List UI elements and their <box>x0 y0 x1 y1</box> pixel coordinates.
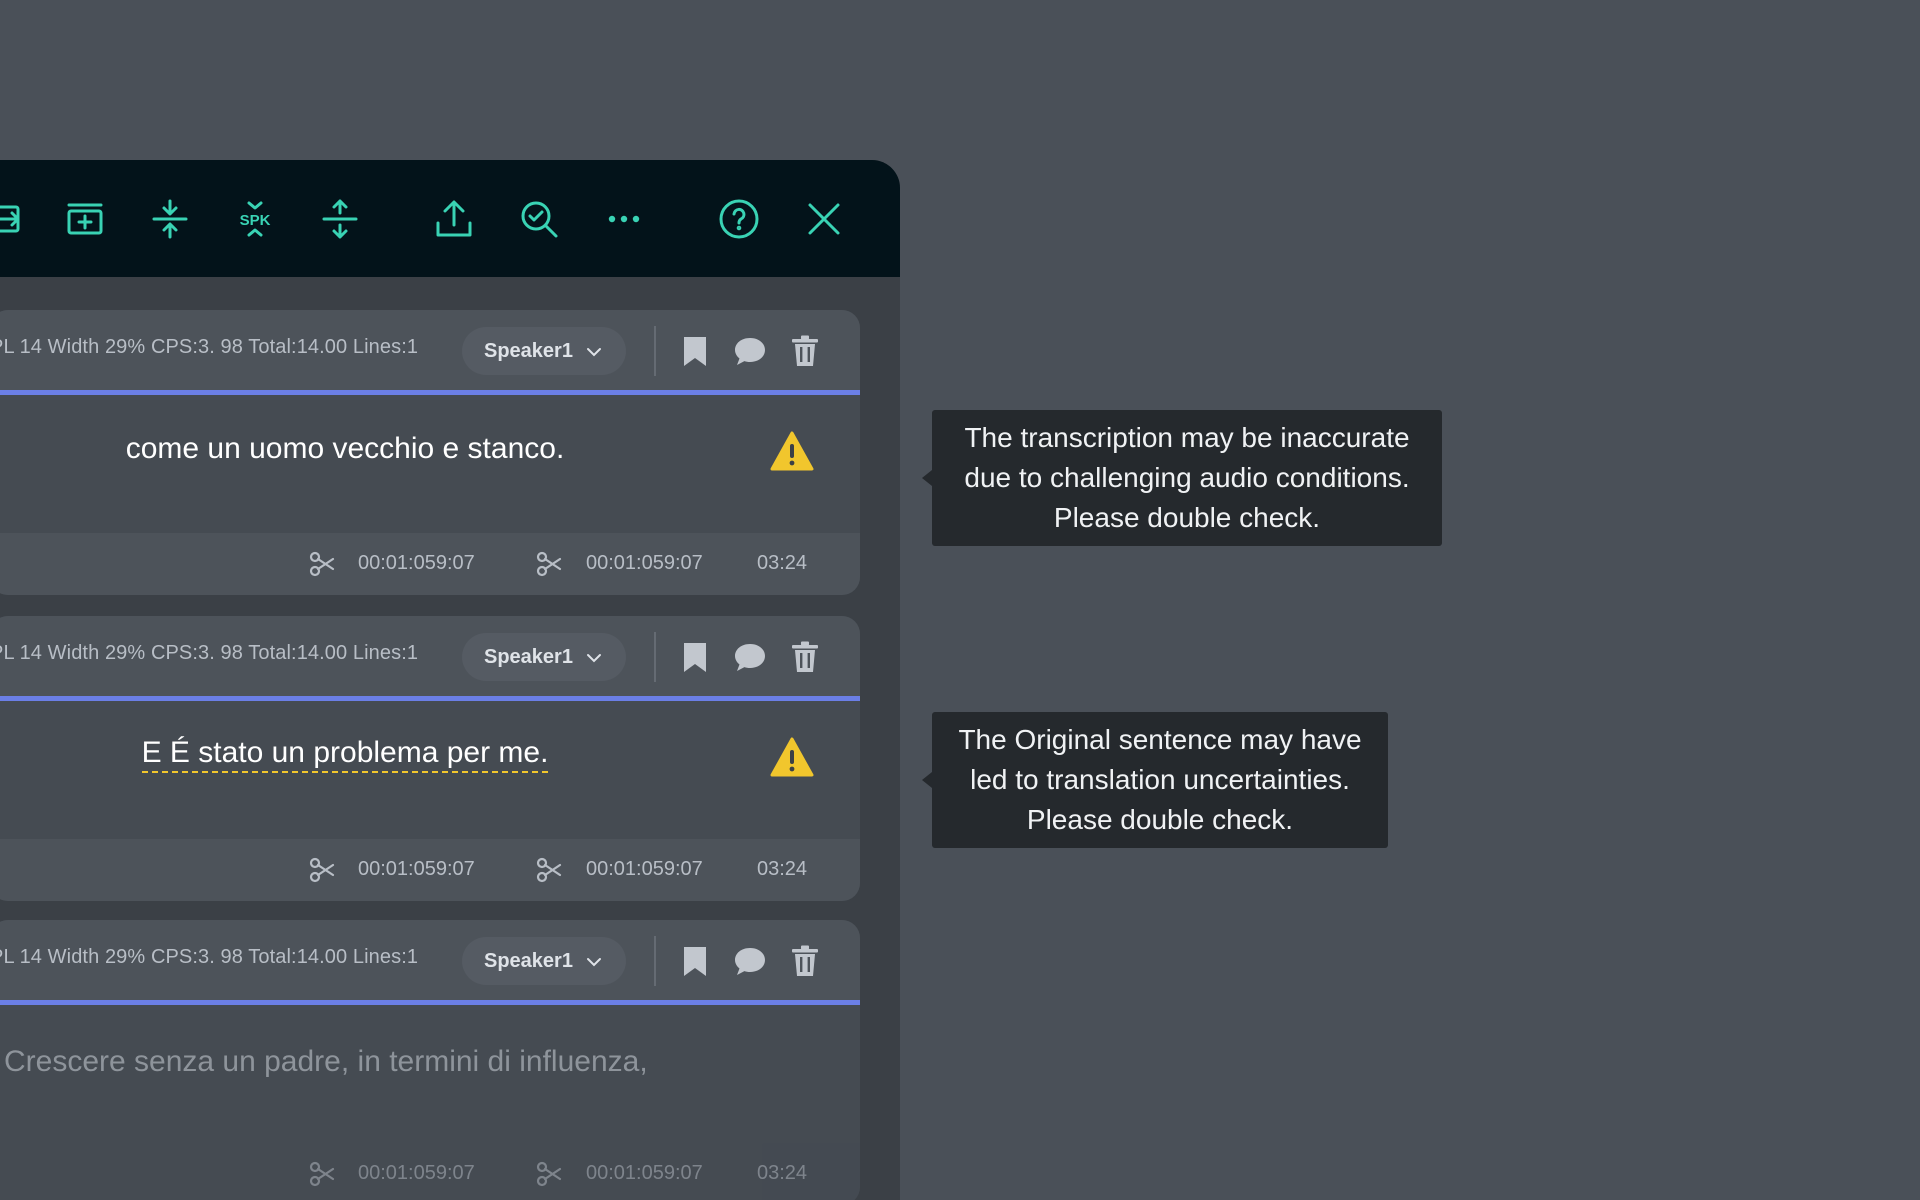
speaker-label: Speaker1 <box>484 339 573 362</box>
divider <box>654 632 656 682</box>
export-icon[interactable] <box>428 193 480 245</box>
svg-text:SPK: SPK <box>240 212 271 229</box>
speaker-split-icon[interactable]: SPK <box>229 193 281 245</box>
chevron-down-icon <box>587 348 601 357</box>
subtitle-editor-panel: SPK PL 14 Width 29% CPS:3. 98 Total:14.0… <box>0 160 900 1200</box>
help-icon[interactable] <box>713 193 765 245</box>
warning-icon[interactable] <box>770 430 814 474</box>
speaker-label: Speaker1 <box>484 949 573 972</box>
timeline-line <box>0 390 860 395</box>
scissors-icon[interactable] <box>535 550 563 578</box>
duration: 03:24 <box>757 552 808 574</box>
tooltip-line: Please double check. <box>1026 804 1294 835</box>
card-footer: 00:01:059:07 00:01:059:07 03:24 <box>0 839 860 901</box>
trash-icon[interactable] <box>782 634 828 680</box>
comment-icon[interactable] <box>727 634 773 680</box>
chevron-down-icon <box>587 958 601 967</box>
merge-icon[interactable] <box>144 193 196 245</box>
subtitle-text[interactable]: E É stato un problema per me. <box>0 736 700 773</box>
comment-icon[interactable] <box>727 328 773 374</box>
timecode-out[interactable]: 00:01:059:07 <box>586 858 703 881</box>
more-icon[interactable] <box>598 193 650 245</box>
timeline-line <box>0 696 860 701</box>
speaker-dropdown[interactable]: Speaker1 <box>462 327 626 375</box>
card-footer: 00:01:059:07 00:01:059:07 03:24 <box>0 533 860 595</box>
bookmark-icon[interactable] <box>672 328 718 374</box>
subtitle-card[interactable]: PL 14 Width 29% CPS:3. 98 Total:14.00 Li… <box>0 310 860 595</box>
card-header: PL 14 Width 29% CPS:3. 98 Total:14.00 Li… <box>0 920 860 1000</box>
timeline-line <box>0 1000 860 1005</box>
trash-icon[interactable] <box>782 938 828 984</box>
split-icon[interactable] <box>314 193 366 245</box>
timecode-in[interactable]: 00:01:059:07 <box>358 1162 475 1185</box>
timecode-in[interactable]: 00:01:059:07 <box>358 552 475 575</box>
tooltip-line: led to translation uncertainties. <box>970 764 1350 795</box>
comment-icon[interactable] <box>727 938 773 984</box>
flagged-text: E É stato un problema per me. <box>141 736 549 773</box>
translation-warning-tooltip: The Original sentence may have led to tr… <box>922 712 1388 848</box>
trash-icon[interactable] <box>782 328 828 374</box>
subtitle-stats: PL 14 Width 29% CPS:3. 98 Total:14.00 Li… <box>0 946 419 968</box>
divider <box>654 326 656 376</box>
timecode-in[interactable]: 00:01:059:07 <box>358 858 475 881</box>
scissors-icon[interactable] <box>308 856 336 884</box>
tooltip-line: Please double check. <box>1053 502 1321 533</box>
card-header: PL 14 Width 29% CPS:3. 98 Total:14.00 Li… <box>0 616 860 696</box>
card-header: PL 14 Width 29% CPS:3. 98 Total:14.00 Li… <box>0 310 860 390</box>
speaker-label: Speaker1 <box>484 645 573 668</box>
tooltip-line: The Original sentence may have <box>958 724 1362 755</box>
bookmark-icon[interactable] <box>672 634 718 680</box>
timecode-out[interactable]: 00:01:059:07 <box>586 1162 703 1185</box>
subtitle-insert-icon[interactable] <box>0 193 34 245</box>
close-icon[interactable] <box>798 193 850 245</box>
warning-icon[interactable] <box>770 736 814 780</box>
scissors-icon[interactable] <box>308 1160 336 1188</box>
scissors-icon[interactable] <box>308 550 336 578</box>
speaker-dropdown[interactable]: Speaker1 <box>462 633 626 681</box>
bookmark-icon[interactable] <box>672 938 718 984</box>
subtitle-text[interactable]: come un uomo vecchio e stanco. <box>0 432 700 466</box>
duration: 03:24 <box>757 1162 808 1184</box>
divider <box>654 936 656 986</box>
subtitle-stats: PL 14 Width 29% CPS:3. 98 Total:14.00 Li… <box>0 336 419 358</box>
toolbar: SPK <box>0 160 900 277</box>
tooltip-line: due to challenging audio conditions. <box>964 462 1410 493</box>
timecode-out[interactable]: 00:01:059:07 <box>586 552 703 575</box>
subtitle-text[interactable]: Crescere senza un padre, in termini di i… <box>4 1045 648 1079</box>
transcription-warning-tooltip: The transcription may be inaccurate due … <box>922 410 1442 546</box>
add-row-icon[interactable] <box>59 193 111 245</box>
card-footer: 00:01:059:07 00:01:059:07 03:24 <box>0 1143 860 1200</box>
tooltip-line: The transcription may be inaccurate <box>964 422 1410 453</box>
search-check-icon[interactable] <box>513 193 565 245</box>
subtitle-card[interactable]: PL 14 Width 29% CPS:3. 98 Total:14.00 Li… <box>0 920 860 1200</box>
subtitle-card[interactable]: PL 14 Width 29% CPS:3. 98 Total:14.00 Li… <box>0 616 860 901</box>
scissors-icon[interactable] <box>535 856 563 884</box>
scissors-icon[interactable] <box>535 1160 563 1188</box>
chevron-down-icon <box>587 654 601 663</box>
duration: 03:24 <box>757 858 808 880</box>
speaker-dropdown[interactable]: Speaker1 <box>462 937 626 985</box>
subtitle-stats: PL 14 Width 29% CPS:3. 98 Total:14.00 Li… <box>0 642 419 664</box>
